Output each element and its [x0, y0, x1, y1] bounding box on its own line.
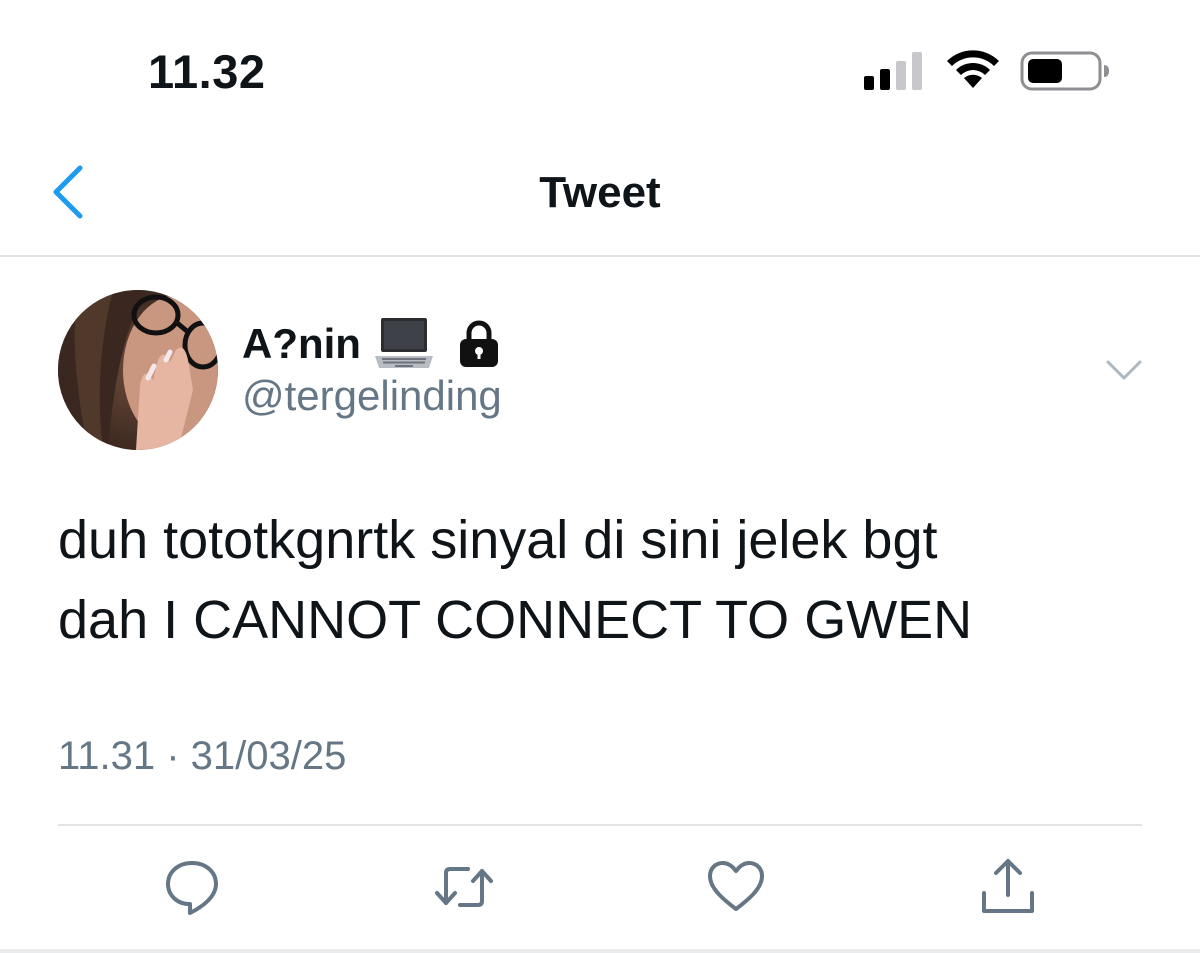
- share-icon: [982, 859, 1034, 913]
- tweet-text: duh tototkgnrtk sinyal di sini jelek bgt…: [58, 500, 1158, 660]
- tweet-menu-button[interactable]: [1104, 356, 1144, 384]
- chevron-down-icon: [1106, 360, 1142, 380]
- heart-icon: [708, 861, 764, 911]
- author-handle[interactable]: @tergelinding: [242, 372, 502, 420]
- display-name[interactable]: A?nin: [242, 320, 361, 368]
- status-time: 11.32: [148, 45, 266, 98]
- retweet-icon: [435, 867, 493, 907]
- retweet-button[interactable]: [432, 855, 496, 919]
- laptop-icon: [374, 318, 433, 368]
- reply-button[interactable]: [160, 855, 224, 919]
- reply-icon: [166, 861, 218, 915]
- navigation-bar: Tweet: [0, 130, 1200, 257]
- battery-icon: [1020, 51, 1109, 91]
- avatar-image: [58, 290, 218, 450]
- like-button[interactable]: [704, 855, 768, 919]
- tweet-timestamp: 11.31 · 31/03/25: [58, 734, 347, 778]
- tweet-text-line: dah I CANNOT CONNECT TO GWEN: [58, 590, 973, 650]
- divider: [58, 824, 1142, 826]
- tweet-text-line: duh tototkgnrtk sinyal di sini jelek bgt: [58, 510, 938, 570]
- cellular-signal-icon: [864, 52, 922, 90]
- avatar[interactable]: [58, 290, 218, 450]
- lock-icon: [459, 320, 498, 367]
- author-row[interactable]: A?nin: [242, 314, 501, 374]
- tweet-actions: [0, 855, 1200, 925]
- status-bar: 11.32: [0, 0, 1200, 130]
- page-title: Tweet: [539, 168, 661, 217]
- wifi-icon: [947, 50, 999, 88]
- divider: [0, 949, 1200, 953]
- share-button[interactable]: [976, 855, 1040, 919]
